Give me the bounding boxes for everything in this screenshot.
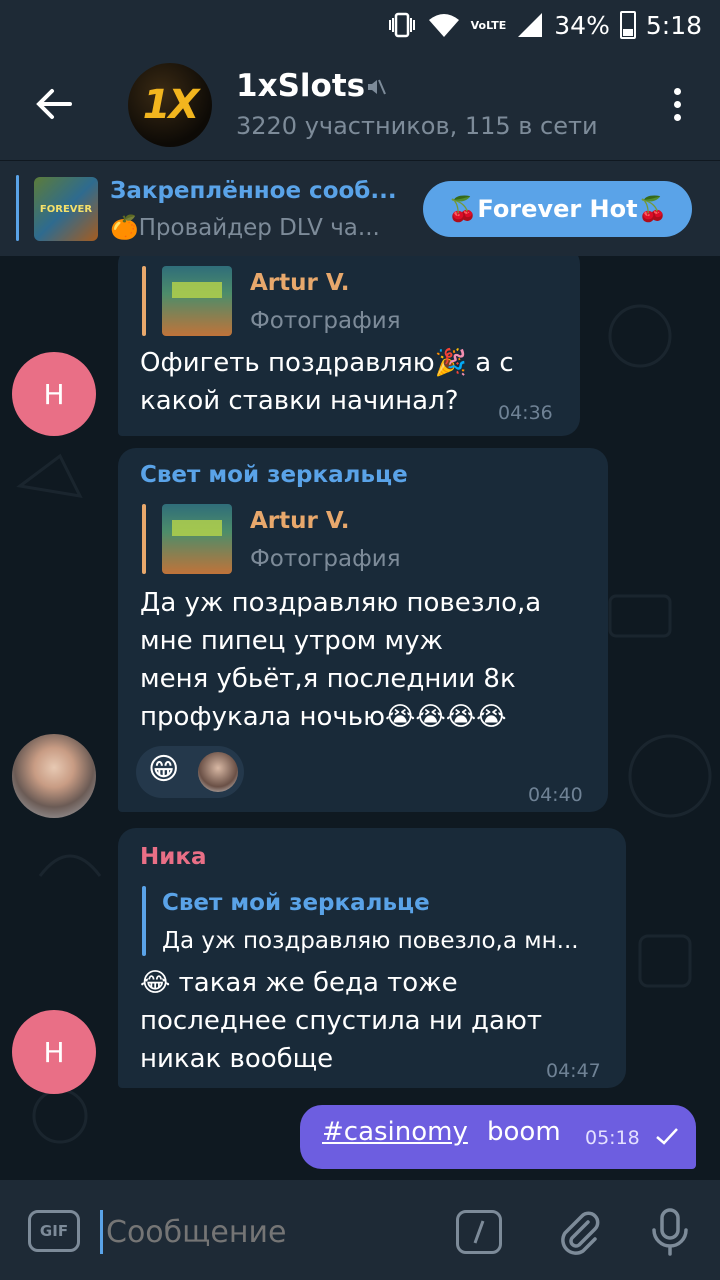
message-time: 04:36 — [498, 402, 553, 424]
pinned-message-bar[interactable]: FOREVER Закреплённое сооб... 🍊Провайдер … — [0, 160, 720, 256]
reply-author: Artur V. — [250, 270, 350, 296]
vibrate-icon — [388, 12, 415, 38]
message-time: 04:40 — [528, 784, 583, 806]
message-input-bar: GIF — [0, 1180, 720, 1280]
attach-paperclip-icon[interactable] — [554, 1208, 602, 1256]
gif-button[interactable]: GIF — [28, 1210, 80, 1252]
pinned-title: Закреплённое сооб... — [110, 178, 397, 204]
message-input[interactable] — [106, 1210, 426, 1254]
signal-icon — [518, 13, 543, 37]
message-reaction[interactable]: 😁 — [136, 746, 244, 798]
pinned-indicator — [16, 175, 19, 241]
battery-percent: 34% — [554, 10, 610, 40]
pinned-forever-hot-button[interactable]: 🍒Forever Hot🍒 — [423, 181, 692, 237]
bot-commands-button[interactable] — [456, 1210, 502, 1254]
status-bar: VoLTE 34% 5:18 — [0, 0, 720, 50]
muted-icon — [368, 79, 386, 95]
reply-text: Фотография — [250, 308, 401, 334]
sent-check-icon — [656, 1128, 678, 1145]
volte-label: VoLTE — [470, 18, 507, 32]
outgoing-message-bubble[interactable]: #casinomy boom 05:18 — [300, 1105, 696, 1169]
reply-preview[interactable]: Artur V. Фотография — [142, 266, 562, 336]
chat-header: 1X 1xSlots 3220 участников, 115 в сети — [0, 50, 720, 160]
microphone-icon[interactable] — [648, 1206, 692, 1258]
message-text: 😂 такая же беда тоже последнее спустила … — [140, 968, 542, 1074]
reply-author: Artur V. — [250, 508, 350, 534]
hashtag-link[interactable]: #casinomy — [322, 1117, 468, 1147]
reply-text: Да уж поздравляю повезло,а мн... — [162, 928, 579, 954]
grinning-face-emoji: 😁 — [148, 752, 180, 787]
slash-icon — [473, 1220, 485, 1244]
wifi-icon — [428, 14, 459, 37]
reply-photo-thumbnail — [162, 504, 232, 574]
reply-author: Свет мой зеркальце — [162, 890, 430, 916]
back-arrow-icon[interactable] — [30, 80, 78, 128]
message-text: boom — [487, 1117, 561, 1147]
user-avatar[interactable]: Н — [12, 1010, 96, 1094]
clock: 5:18 — [645, 10, 702, 40]
reply-text: Фотография — [250, 546, 401, 572]
reply-photo-thumbnail — [162, 266, 232, 336]
battery-icon — [619, 11, 636, 39]
member-count: 3220 участников, 115 в сети — [236, 112, 598, 140]
message-time: 04:47 — [546, 1060, 601, 1082]
message-text: Офигеть поздравляю🎉 а с какой ставки нач… — [140, 348, 514, 416]
user-avatar-photo[interactable] — [12, 734, 96, 818]
reply-preview[interactable]: Свет мой зеркальце Да уж поздравляю пове… — [142, 886, 612, 956]
message-time: 05:18 — [585, 1127, 640, 1149]
reactor-avatar — [198, 752, 238, 792]
text-cursor — [100, 1210, 103, 1254]
message-sender[interactable]: Свет мой зеркальце — [140, 462, 408, 488]
status-icons: VoLTE 34% 5:18 — [387, 8, 702, 42]
pinned-text: 🍊Провайдер DLV ча... — [110, 215, 380, 241]
chat-area[interactable]: Artur V. Фотография Офигеть поздравляю🎉 … — [0, 256, 720, 1180]
pinned-thumbnail: FOREVER — [34, 177, 98, 241]
more-menu-icon[interactable] — [672, 88, 682, 122]
message-text: Да уж поздравляю повезло,а мне пипец утр… — [140, 588, 542, 732]
message-sender[interactable]: Ника — [140, 844, 207, 870]
user-avatar[interactable]: Н — [12, 352, 96, 436]
reply-preview[interactable]: Artur V. Фотография — [142, 504, 562, 574]
channel-title[interactable]: 1xSlots — [236, 68, 365, 104]
channel-avatar[interactable]: 1X — [128, 63, 212, 147]
